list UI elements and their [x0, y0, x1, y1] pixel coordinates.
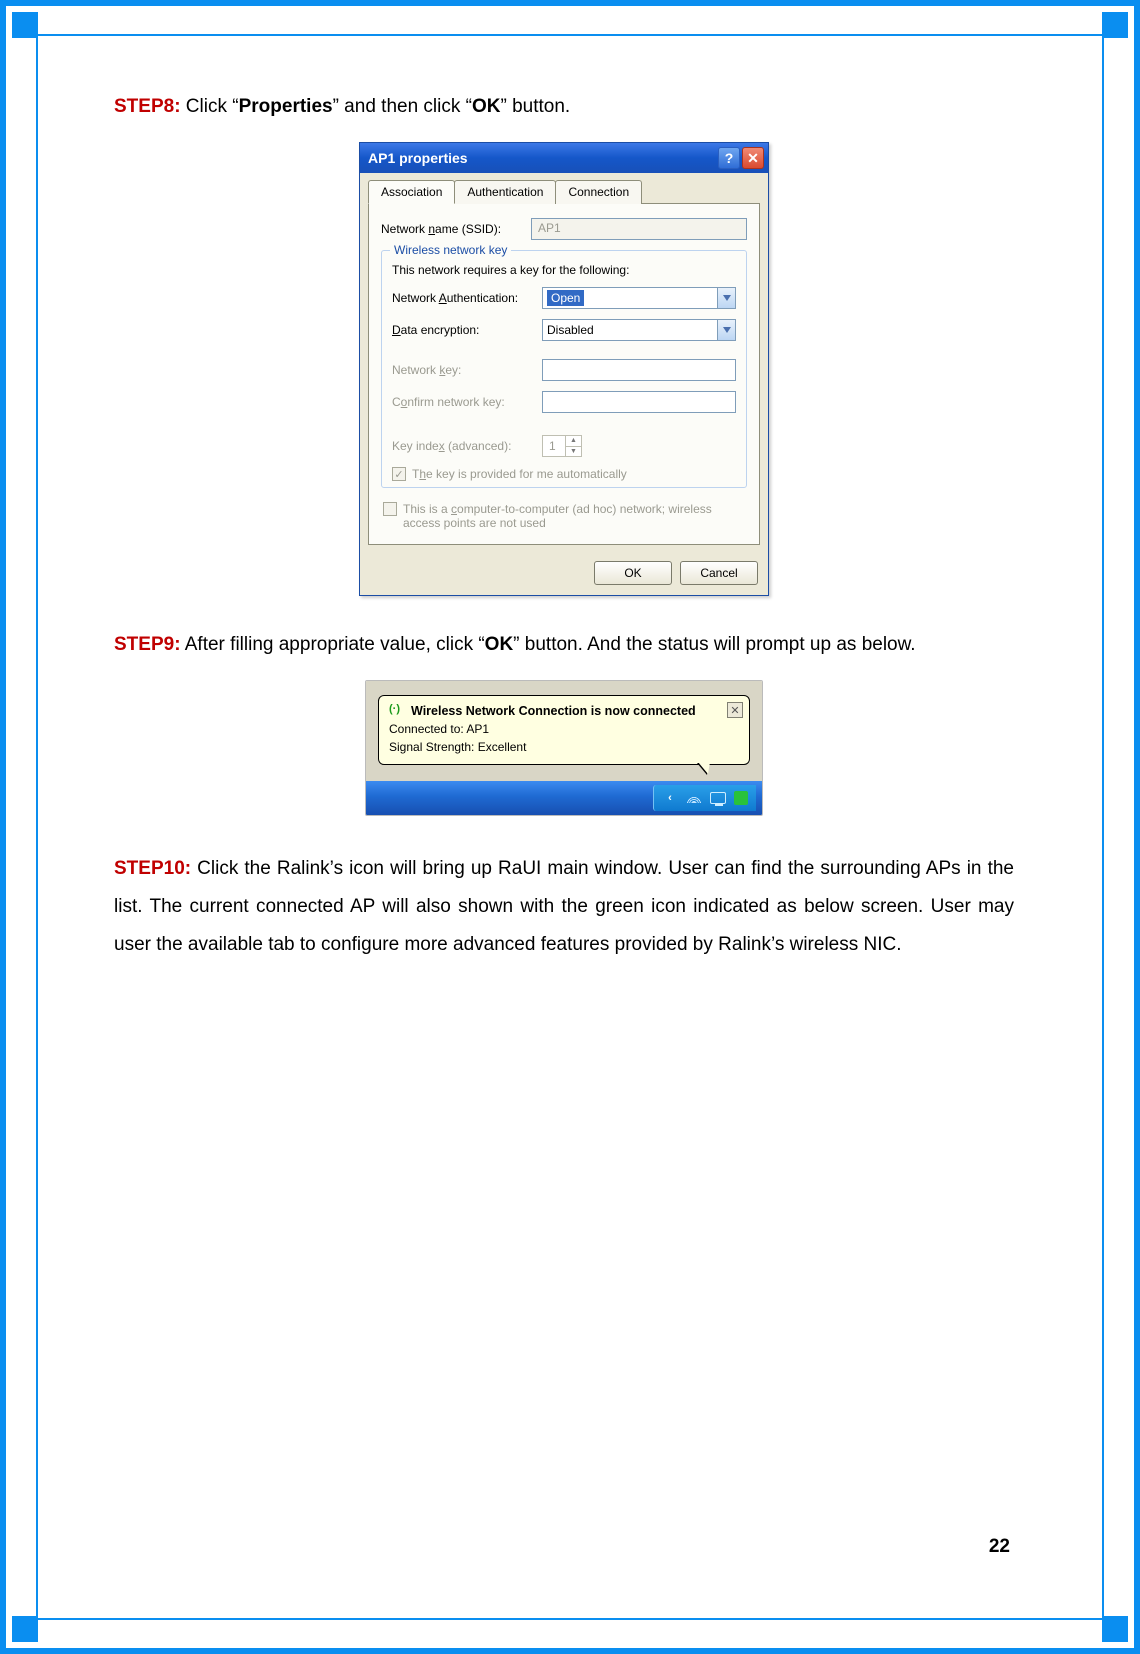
- auth-value: Open: [547, 290, 584, 306]
- notification-balloon: ✕ Wireless Network Connection is now con…: [378, 695, 750, 765]
- key-index-value: 1: [549, 439, 556, 453]
- encryption-combo[interactable]: Disabled: [542, 319, 736, 341]
- network-key-row: Network key:: [392, 359, 736, 381]
- auth-label: Network Authentication:: [392, 291, 542, 305]
- step8-paragraph: STEP8: Click “Properties” and then click…: [114, 88, 1014, 126]
- step9-text: ” button. And the status will prompt up …: [513, 634, 915, 655]
- step9-text: After filling appropriate value, click “: [181, 634, 485, 655]
- adhoc-checkbox: [383, 502, 397, 516]
- auto-key-label: The key is provided for me automatically: [412, 467, 627, 481]
- balloon-line1: Connected to: AP1: [389, 722, 739, 736]
- ok-button[interactable]: OK: [594, 561, 672, 585]
- step9-label: STEP9:: [114, 634, 181, 655]
- step9-figure: ✕ Wireless Network Connection is now con…: [114, 680, 1014, 816]
- adhoc-label: This is a computer-to-computer (ad hoc) …: [403, 502, 723, 530]
- close-button[interactable]: ✕: [742, 147, 764, 169]
- balloon-line2: Signal Strength: Excellent: [389, 740, 739, 754]
- adhoc-row: This is a computer-to-computer (ad hoc) …: [381, 498, 747, 534]
- network-tray-icon[interactable]: [710, 792, 726, 804]
- step9-paragraph: STEP9: After filling appropriate value, …: [114, 626, 1014, 664]
- auto-key-checkbox: ✓: [392, 467, 406, 481]
- step10-paragraph: STEP10: Click the Ralink’s icon will bri…: [114, 850, 1014, 964]
- balloon-close-button[interactable]: ✕: [727, 702, 743, 718]
- tab-body: Network name (SSID): AP1 Wireless networ…: [368, 203, 760, 545]
- ssid-label: Network name (SSID):: [381, 222, 531, 236]
- auth-row: Network Authentication: Open: [392, 287, 736, 309]
- balloon-tail: [697, 763, 709, 775]
- frame-corner: [1102, 12, 1128, 38]
- auth-combo[interactable]: Open: [542, 287, 736, 309]
- wireless-key-group: Wireless network key This network requir…: [381, 250, 747, 488]
- tabs-row: Association Authentication Connection: [360, 173, 768, 203]
- encryption-row: Data encryption: Disabled: [392, 319, 736, 341]
- step8-properties-bold: Properties: [239, 96, 333, 117]
- network-key-label: Network key:: [392, 363, 542, 377]
- confirm-key-input: [542, 391, 736, 413]
- step10-label: STEP10:: [114, 858, 191, 879]
- frame-corner: [12, 1616, 38, 1642]
- key-index-spinner: 1 ▲▼: [542, 435, 582, 457]
- system-tray: ‹: [653, 785, 756, 811]
- step8-ok-bold: OK: [472, 96, 501, 117]
- dialog-titlebar: AP1 properties ? ✕: [360, 143, 768, 173]
- spinner-buttons: ▲▼: [565, 436, 581, 456]
- ssid-row: Network name (SSID): AP1: [381, 218, 747, 240]
- page-outer-frame: STEP8: Click “Properties” and then click…: [0, 0, 1140, 1654]
- balloon-title-row: Wireless Network Connection is now conne…: [389, 704, 739, 718]
- taskbar: ‹: [366, 781, 762, 815]
- step8-figure: AP1 properties ? ✕ Association Authentic…: [114, 142, 1014, 596]
- balloon-screenshot: ✕ Wireless Network Connection is now con…: [365, 680, 763, 816]
- cancel-button[interactable]: Cancel: [680, 561, 758, 585]
- frame-corner: [1102, 1616, 1128, 1642]
- document-content: STEP8: Click “Properties” and then click…: [114, 88, 1014, 980]
- ralink-tray-icon[interactable]: [734, 791, 748, 805]
- wireless-icon: [389, 704, 405, 718]
- frame-corner: [12, 12, 38, 38]
- properties-dialog: AP1 properties ? ✕ Association Authentic…: [359, 142, 769, 596]
- step8-label: STEP8:: [114, 96, 181, 117]
- chevron-down-icon: [717, 320, 735, 340]
- auto-key-row: ✓ The key is provided for me automatical…: [392, 467, 736, 481]
- key-index-label: Key index (advanced):: [392, 439, 542, 453]
- step8-text: Click “: [181, 96, 239, 117]
- step10-text: Click the Ralink’s icon will bring up Ra…: [114, 858, 1014, 955]
- group-legend: Wireless network key: [390, 243, 511, 257]
- tab-authentication[interactable]: Authentication: [454, 180, 556, 204]
- balloon-title: Wireless Network Connection is now conne…: [411, 704, 696, 718]
- step9-ok-bold: OK: [485, 634, 514, 655]
- tray-expand-icon[interactable]: ‹: [662, 790, 678, 806]
- step8-text: ” and then click “: [333, 96, 472, 117]
- wireless-tray-icon[interactable]: [686, 790, 702, 806]
- dialog-buttons: OK Cancel: [360, 553, 768, 595]
- balloon-area: ✕ Wireless Network Connection is now con…: [366, 681, 762, 781]
- confirm-key-label: Confirm network key:: [392, 395, 542, 409]
- encryption-label: Data encryption:: [392, 323, 542, 337]
- group-desc: This network requires a key for the foll…: [392, 263, 736, 277]
- step8-text: ” button.: [500, 96, 570, 117]
- network-key-input: [542, 359, 736, 381]
- tab-connection[interactable]: Connection: [555, 180, 642, 204]
- confirm-key-row: Confirm network key:: [392, 391, 736, 413]
- ssid-input[interactable]: AP1: [531, 218, 747, 240]
- key-index-row: Key index (advanced): 1 ▲▼: [392, 435, 736, 457]
- page-number: 22: [989, 1536, 1010, 1558]
- dialog-title: AP1 properties: [368, 150, 716, 166]
- chevron-down-icon: [717, 288, 735, 308]
- encryption-value: Disabled: [547, 323, 594, 337]
- tab-association[interactable]: Association: [368, 180, 455, 204]
- help-button[interactable]: ?: [718, 147, 740, 169]
